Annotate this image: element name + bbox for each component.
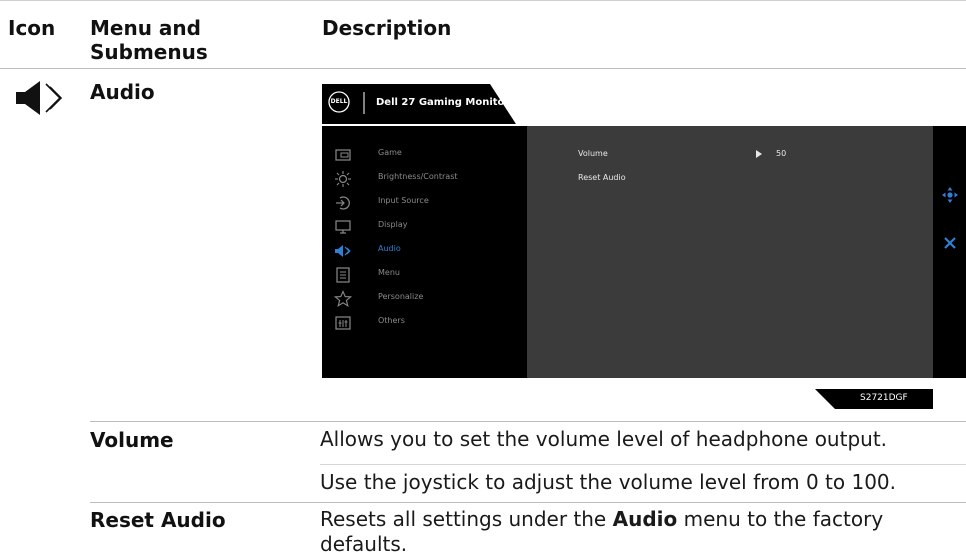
osd-settings-panel: Volume 50 Reset Audio [527,126,933,378]
osd-menu-label: Brightness/Contrast [378,172,458,181]
osd-menu-item-personalize[interactable]: Personalize [322,288,527,312]
osd-menu-label: Others [378,316,405,325]
osd-menu-item-menu[interactable]: Menu [322,264,527,288]
joystick-icon[interactable] [942,187,958,203]
model-label: S2721DGF [860,393,908,403]
osd-menu-label: Input Source [378,196,429,205]
volume-description-line1: Allows you to set the volume level of he… [320,427,888,451]
row-divider [90,421,966,422]
osd-menu-item-others[interactable]: Others [322,312,527,336]
volume-value: 50 [776,149,787,158]
osd-menu-item-game[interactable]: Game [322,144,527,168]
osd-menu-label: Game [378,148,402,157]
volume-description-line2: Use the joystick to adjust the volume le… [320,470,897,494]
reset-audio-description-line2: defaults. [320,532,408,556]
column-header-icon: Icon [8,16,56,40]
row-divider [320,464,966,465]
osd-title: Dell 27 Gaming Monitor [376,97,510,108]
speaker-icon [16,81,63,115]
reset-audio-label: Reset Audio [90,508,226,532]
column-header-menu-line1: Menu and [90,16,201,40]
brightness-icon [335,171,351,187]
reset-audio-desc-post: menu to the factory [677,507,884,531]
row-divider [90,502,966,503]
arrow-right-icon [756,150,762,158]
osd-menu-item-display[interactable]: Display [322,216,527,240]
column-header-menu: Menu and Submenus [90,16,208,64]
reset-audio-description-line1: Resets all settings under the Audio menu… [320,505,883,533]
reset-audio-setting-label[interactable]: Reset Audio [578,173,626,182]
osd-menu-label: Audio [378,244,401,253]
others-icon [335,316,351,330]
volume-label: Volume [90,428,174,452]
volume-setting-label[interactable]: Volume [578,149,608,158]
osd-menu-label: Personalize [378,292,424,301]
osd-menu-label: Display [378,220,408,229]
osd-menu-label: Menu [378,268,400,277]
menu-icon [336,267,350,283]
osd-menu-item-audio[interactable]: Audio [322,240,527,264]
display-icon [335,220,351,234]
reset-audio-desc-bold: Audio [612,507,678,531]
audio-icon [335,245,351,257]
star-icon [334,290,352,307]
osd-menu-panel: Game Brightness/Contrast Input Source Di… [322,126,527,378]
osd-side-panel [933,126,966,378]
osd-menu-item-input-source[interactable]: Input Source [322,192,527,216]
audio-menu-label: Audio [90,80,155,104]
close-icon[interactable] [944,237,956,249]
header-bottom-rule [0,68,966,69]
column-header-description: Description [322,16,452,40]
dell-logo: DELL [330,98,348,105]
osd-menu-item-brightness[interactable]: Brightness/Contrast [322,168,527,192]
input-source-icon [336,196,350,210]
column-header-menu-line2: Submenus [90,40,208,64]
reset-audio-desc-pre: Resets all settings under the [320,507,613,531]
game-icon [335,149,351,161]
header-top-rule [0,0,966,1]
